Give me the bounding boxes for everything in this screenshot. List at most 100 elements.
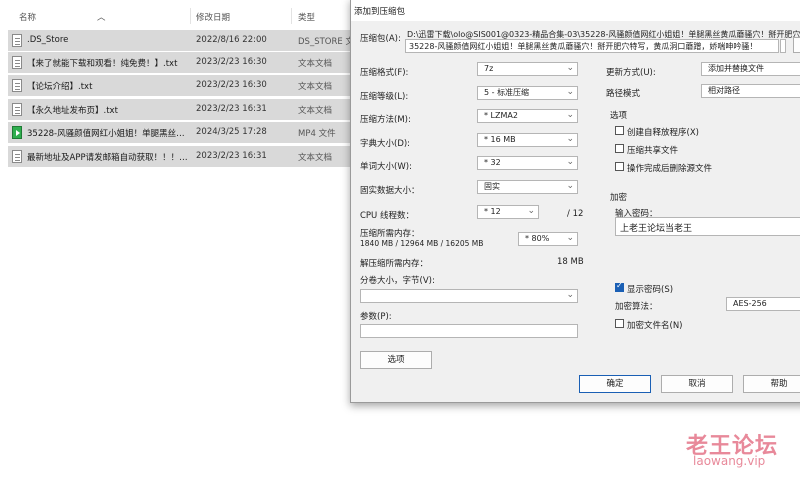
method-select[interactable]: * LZMA2 ⌄ [477, 109, 578, 123]
split-label: 分卷大小，字节(V): [360, 276, 435, 286]
file-date: 2023/2/23 16:30 [196, 80, 267, 90]
chevron-down-icon: ⌄ [566, 63, 574, 73]
chevron-down-icon: ⌄ [566, 134, 574, 144]
column-name[interactable]: 名称 [19, 11, 36, 23]
chevron-down-icon: ⌄ [566, 290, 574, 300]
password-field[interactable]: 上老王论坛当老王 [615, 217, 800, 236]
sfx-checkbox[interactable] [615, 126, 624, 135]
document-icon [12, 34, 22, 47]
threads-label: CPU 线程数： [360, 211, 414, 221]
format-label: 压缩格式(F): [360, 68, 409, 78]
file-row[interactable]: .DS_Store 2022/8/16 22:00 DS_STORE 文 [8, 30, 353, 51]
file-type: MP4 文件 [298, 129, 336, 139]
options-group-label: 选项 [610, 111, 628, 121]
chevron-down-icon: ⌄ [566, 110, 574, 120]
shared-checkbox[interactable] [615, 144, 624, 153]
chevron-down-icon: ⌄ [566, 181, 574, 191]
level-label: 压缩等级(L): [360, 92, 409, 102]
archive-name-field[interactable]: 35228-风骚颜值网红小姐姐！单腿黑丝黄瓜蘑骚穴！掰开肥穴特写，黄瓜洞口蘑蹭，… [405, 39, 779, 53]
format-select[interactable]: 7z ⌄ [477, 62, 578, 76]
encrypt-names-checkbox[interactable] [615, 319, 624, 328]
chevron-down-icon: ⌄ [566, 157, 574, 167]
level-select[interactable]: 5 - 标准压缩 ⌄ [477, 86, 578, 100]
dialog-title-bar[interactable]: 添加到压缩包 [351, 0, 800, 21]
solid-select[interactable]: 固实 ⌄ [477, 180, 578, 194]
enc-method-select[interactable]: AES-256⌄ [726, 297, 800, 311]
column-divider[interactable] [190, 8, 191, 24]
file-name: .DS_Store [27, 35, 69, 45]
archive-label: 压缩包(A): [360, 34, 401, 44]
file-date: 2023/2/23 16:30 [196, 57, 267, 67]
options-button[interactable]: 选项 [360, 351, 432, 369]
update-select[interactable]: 添加并替换文件⌄ [701, 62, 800, 76]
file-name: 【来了就能下载和观看！纯免费！】.txt [27, 59, 178, 69]
sfx-label[interactable]: 创建自释放程序(X) [627, 126, 699, 138]
column-date[interactable]: 修改日期 [196, 11, 230, 23]
file-row[interactable]: 最新地址及APP请发邮箱自动获取！！！… 2023/2/23 16:31 文本文… [8, 146, 353, 167]
column-header: ︿ 名称 修改日期 类型 [0, 6, 360, 26]
file-type: 文本文档 [298, 59, 333, 69]
dict-label: 字典大小(D): [360, 139, 411, 149]
dict-select[interactable]: * 16 MB ⌄ [477, 133, 578, 147]
column-divider[interactable] [291, 8, 292, 24]
sort-up-icon: ︿ [97, 13, 106, 23]
mem-percent-select[interactable]: * 80% ⌄ [518, 232, 578, 246]
mem-decompress-value: 18 MB [557, 257, 584, 267]
params-label: 参数(P): [360, 312, 392, 322]
file-row[interactable]: 【永久地址发布页】.txt 2023/2/23 16:31 文本文档 [8, 99, 353, 120]
cancel-button[interactable]: 取消 [661, 375, 733, 393]
file-type: 文本文档 [298, 82, 333, 92]
file-name: 最新地址及APP请发邮箱自动获取！！！… [27, 153, 188, 163]
encrypt-names-label[interactable]: 加密文件名(N) [627, 319, 683, 331]
params-field[interactable] [360, 324, 578, 338]
file-name: 【永久地址发布页】.txt [27, 106, 118, 116]
help-button[interactable]: 帮助 [743, 375, 800, 393]
path-select[interactable]: 相对路径⌄ [701, 84, 800, 98]
file-date: 2023/2/23 16:31 [196, 151, 267, 161]
shared-label[interactable]: 压缩共享文件 [627, 144, 678, 156]
text-file-icon [12, 150, 22, 163]
delete-source-label[interactable]: 操作完成后删除源文件 [627, 162, 712, 174]
video-file-icon [12, 126, 22, 139]
encrypt-group-label: 加密 [610, 193, 628, 203]
text-file-icon [12, 56, 22, 69]
chevron-down-icon: ⌄ [566, 233, 574, 243]
ok-button[interactable]: 确定 [579, 375, 651, 393]
browse-button[interactable] [793, 37, 800, 53]
dialog-title: 添加到压缩包 [354, 7, 406, 17]
threads-max: / 12 [567, 209, 584, 219]
update-label: 更新方式(U): [606, 68, 656, 78]
split-select[interactable]: ⌄ [360, 289, 578, 303]
file-name: 【论坛介绍】.txt [27, 82, 93, 92]
solid-label: 固实数据大小： [360, 186, 420, 196]
text-file-icon [12, 103, 22, 116]
file-type: 文本文档 [298, 106, 333, 116]
file-type: 文本文档 [298, 153, 333, 163]
word-label: 单词大小(W): [360, 162, 412, 172]
add-to-archive-dialog: 添加到压缩包 压缩包(A): D:\迅雷下载\olo@SIS001@0323-精… [350, 0, 800, 403]
column-type[interactable]: 类型 [298, 11, 315, 23]
method-label: 压缩方法(M): [360, 115, 411, 125]
file-date: 2023/2/23 16:31 [196, 104, 267, 114]
show-password-label[interactable]: 显示密码(S) [627, 283, 673, 295]
file-name: 35228-风骚颜值网红小姐姐！单腿黑丝… [27, 129, 185, 139]
file-row[interactable]: 【论坛介绍】.txt 2023/2/23 16:30 文本文档 [8, 75, 353, 96]
text-file-icon [12, 79, 22, 92]
path-label: 路径模式 [606, 89, 641, 99]
file-type: DS_STORE 文 [298, 37, 353, 47]
chevron-down-icon: ⌄ [527, 206, 535, 216]
mem-compress-detail: 1840 MB / 12964 MB / 16205 MB [360, 239, 484, 248]
file-row[interactable]: 35228-风骚颜值网红小姐姐！单腿黑丝… 2024/3/25 17:28 MP… [8, 122, 353, 143]
show-password-checkbox[interactable] [615, 281, 624, 292]
archive-history-dropdown[interactable] [780, 39, 786, 53]
delete-source-checkbox[interactable] [615, 162, 624, 171]
chevron-down-icon: ⌄ [566, 87, 574, 97]
file-row[interactable]: 【来了就能下载和观看！纯免费！】.txt 2023/2/23 16:30 文本文… [8, 52, 353, 73]
file-date: 2022/8/16 22:00 [196, 35, 267, 45]
enc-method-label: 加密算法： [615, 302, 658, 312]
file-date: 2024/3/25 17:28 [196, 127, 267, 137]
mem-decompress-label: 解压缩所需内存： [360, 259, 429, 269]
threads-select[interactable]: * 12 ⌄ [477, 205, 539, 219]
watermark-url: laowang.vip [693, 454, 766, 468]
word-select[interactable]: * 32 ⌄ [477, 156, 578, 170]
